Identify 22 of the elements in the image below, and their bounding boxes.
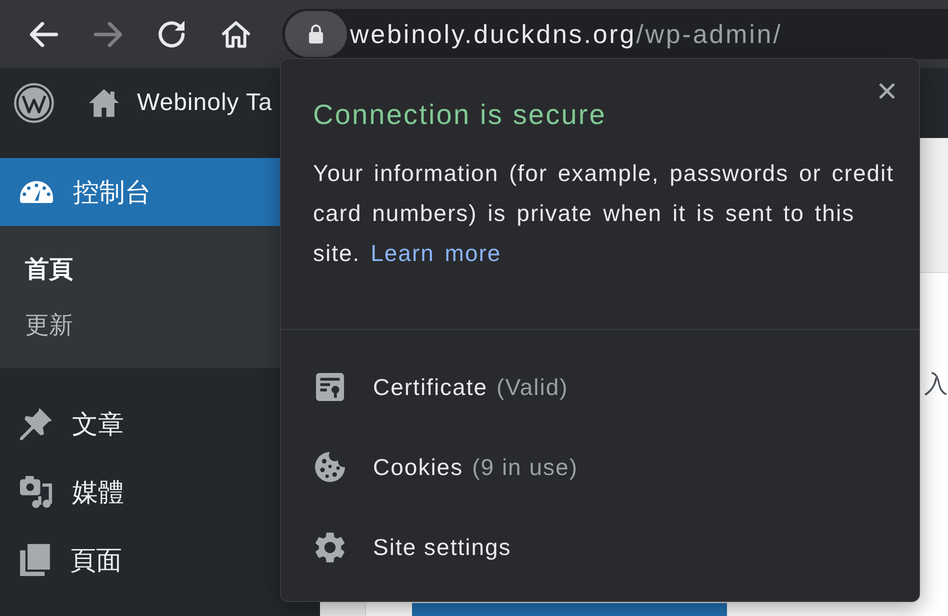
camera-music-icon bbox=[20, 476, 52, 508]
lock-icon bbox=[308, 24, 324, 44]
learn-more-link[interactable]: Learn more bbox=[370, 240, 502, 266]
text-fragment: 入 bbox=[924, 371, 948, 399]
url-text: webinoly.duckdns.org/wp-admin/ bbox=[350, 18, 782, 50]
pushpin-icon bbox=[20, 408, 52, 440]
cookie-icon bbox=[315, 452, 345, 482]
house-icon bbox=[89, 89, 119, 117]
pages-icon bbox=[20, 544, 50, 576]
gauge-icon bbox=[20, 181, 53, 203]
forward-arrow-icon bbox=[94, 22, 122, 46]
home-icon bbox=[222, 20, 250, 48]
back-arrow-icon bbox=[30, 22, 58, 46]
site-name-link[interactable]: Webinoly Ta bbox=[89, 89, 272, 117]
certificate-icon bbox=[316, 373, 344, 401]
logo-icon[interactable] bbox=[14, 83, 54, 123]
reload-icon bbox=[158, 20, 186, 48]
address-bar[interactable]: webinoly.duckdns.org/wp-admin/ bbox=[282, 9, 948, 59]
popup-title: Connection is secure bbox=[313, 98, 606, 132]
close-icon bbox=[878, 82, 896, 100]
gear-icon bbox=[315, 532, 345, 562]
site-info-button[interactable] bbox=[285, 11, 347, 57]
